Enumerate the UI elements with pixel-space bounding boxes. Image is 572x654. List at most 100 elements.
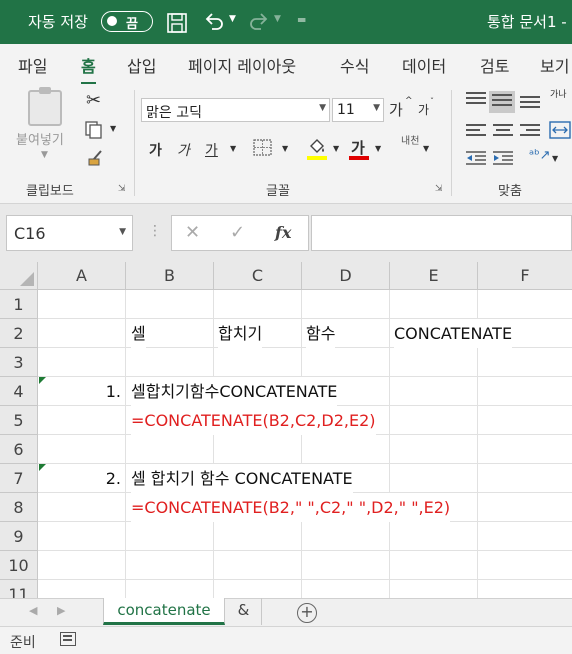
cell-a4[interactable]: 1.: [39, 377, 123, 406]
save-icon[interactable]: [166, 12, 188, 34]
column-header-c[interactable]: C: [214, 262, 302, 290]
grow-font-button[interactable]: 가: [389, 99, 403, 120]
chevron-down-icon[interactable]: ▼: [119, 227, 126, 237]
tab-review[interactable]: 검토: [480, 53, 509, 77]
paste-button-label[interactable]: 붙여넣기: [16, 129, 64, 148]
row-header-3[interactable]: 3: [0, 348, 38, 377]
ribbon-tabs: 파일 홈 삽입 페이지 레이아웃 수식 데이터 검토 보기: [0, 44, 572, 85]
fill-color-swatch: [307, 156, 327, 160]
tab-view[interactable]: 보기: [540, 53, 569, 77]
row-header-1[interactable]: 1: [0, 290, 38, 319]
customize-toolbar-icon[interactable]: ═: [298, 13, 305, 27]
splitter-handle-icon[interactable]: ⋮: [148, 223, 162, 239]
align-right-icon[interactable]: [520, 124, 540, 140]
paste-dropdown-icon[interactable]: ▼: [41, 150, 48, 160]
row-header-2[interactable]: 2: [0, 319, 38, 348]
column-header-b[interactable]: B: [126, 262, 214, 290]
tab-formulas[interactable]: 수식: [340, 53, 369, 77]
orientation-icon[interactable]: ᵃᵇ↗: [529, 148, 551, 163]
undo-icon[interactable]: [203, 11, 225, 33]
alignment-group-label: 맞춤: [498, 184, 522, 199]
italic-button[interactable]: 가: [177, 140, 190, 160]
font-color-button[interactable]: 가: [351, 137, 365, 158]
enter-icon[interactable]: ✓: [230, 222, 245, 243]
column-header-e[interactable]: E: [390, 262, 478, 290]
sheet-next-icon[interactable]: ▶: [57, 604, 65, 617]
sheet-tab-ampersand[interactable]: &: [226, 598, 262, 625]
orientation-dropdown-icon[interactable]: ▼: [552, 154, 558, 163]
cut-icon[interactable]: ✂: [86, 90, 101, 111]
gridline: [38, 550, 572, 551]
merge-center-icon[interactable]: [549, 120, 571, 140]
row-header-7[interactable]: 7: [0, 464, 38, 493]
cell-a7[interactable]: 2.: [39, 464, 123, 493]
tab-insert[interactable]: 삽입: [127, 53, 156, 77]
cell-c2[interactable]: 합치기: [218, 319, 263, 348]
align-bottom-icon[interactable]: [520, 96, 540, 112]
cell-b7[interactable]: 셀 합치기 함수 CONCATENATE: [131, 464, 353, 493]
paste-icon[interactable]: [28, 87, 62, 126]
cancel-icon[interactable]: ✕: [185, 222, 200, 243]
autosave-toggle[interactable]: 끔: [101, 11, 153, 32]
phonetic-dropdown-icon[interactable]: ▼: [423, 144, 429, 153]
row-header-10[interactable]: 10: [0, 551, 38, 580]
tab-data[interactable]: 데이터: [402, 53, 446, 77]
formula-buttons: ✕ ✓ fx: [171, 215, 309, 251]
shrink-font-caret-icon: ˇ: [430, 97, 434, 106]
macro-record-icon[interactable]: [60, 632, 76, 646]
border-dropdown-icon[interactable]: ▼: [282, 144, 288, 153]
align-center-icon[interactable]: [493, 124, 513, 140]
decrease-indent-icon[interactable]: [465, 150, 487, 166]
bold-button[interactable]: 가: [149, 140, 162, 160]
row-header-11[interactable]: 11: [0, 580, 38, 598]
cell-b2[interactable]: 셀: [131, 319, 146, 348]
cell-b5[interactable]: =CONCATENATE(B2,C2,D2,E2): [131, 406, 376, 435]
font-launcher-icon[interactable]: ⇲: [435, 184, 443, 194]
sheet-prev-icon[interactable]: ◀: [29, 604, 37, 617]
formula-input[interactable]: [311, 215, 572, 251]
name-box[interactable]: C16 ▼: [6, 215, 133, 251]
tab-home[interactable]: 홈: [81, 53, 96, 85]
font-color-dropdown-icon[interactable]: ▼: [375, 144, 381, 153]
row-header-4[interactable]: 4: [0, 377, 38, 406]
fill-color-icon[interactable]: [307, 136, 327, 156]
column-header-a[interactable]: A: [38, 262, 126, 290]
cell-b8[interactable]: =CONCATENATE(B2," ",C2," ",D2," ",E2): [131, 493, 451, 522]
border-icon[interactable]: [253, 139, 273, 157]
formula-bar: C16 ▼ ⋮ ✕ ✓ fx: [0, 204, 572, 262]
font-size-select[interactable]: 11 ▼: [332, 98, 384, 122]
underline-dropdown-icon[interactable]: ▼: [230, 144, 236, 153]
undo-dropdown-icon[interactable]: ▼: [229, 14, 236, 24]
tab-file[interactable]: 파일: [18, 53, 47, 77]
copy-icon[interactable]: [84, 120, 104, 140]
add-sheet-icon[interactable]: +: [297, 603, 317, 623]
align-left-icon[interactable]: [466, 124, 486, 140]
row-header-5[interactable]: 5: [0, 406, 38, 435]
copy-dropdown-icon[interactable]: ▼: [110, 124, 116, 133]
tab-page-layout[interactable]: 페이지 레이아웃: [188, 53, 296, 77]
cell-b4[interactable]: 셀합치기함수CONCATENATE: [131, 377, 338, 406]
phonetic-button[interactable]: 내천: [401, 136, 421, 147]
format-painter-icon[interactable]: [86, 148, 106, 168]
sheet-tab-concatenate[interactable]: concatenate: [103, 598, 225, 625]
align-top-icon[interactable]: [466, 92, 486, 108]
column-header-f[interactable]: F: [478, 262, 572, 290]
row-header-6[interactable]: 6: [0, 435, 38, 464]
align-middle-icon[interactable]: [489, 91, 515, 113]
redo-icon[interactable]: [248, 11, 270, 33]
font-name-select[interactable]: 맑은 고딕 ▼: [141, 98, 330, 122]
row-header-9[interactable]: 9: [0, 522, 38, 551]
insert-function-icon[interactable]: fx: [275, 223, 291, 242]
shrink-font-button[interactable]: 가: [418, 101, 429, 118]
fill-color-dropdown-icon[interactable]: ▼: [333, 144, 339, 153]
underline-button[interactable]: 가: [205, 140, 218, 160]
clipboard-launcher-icon[interactable]: ⇲: [118, 184, 126, 194]
wrap-text-button[interactable]: 가나: [550, 90, 568, 100]
row-header-8[interactable]: 8: [0, 493, 38, 522]
select-all-button[interactable]: [0, 262, 38, 290]
redo-dropdown-icon[interactable]: ▼: [274, 14, 281, 24]
increase-indent-icon[interactable]: [492, 150, 514, 166]
cell-e2[interactable]: CONCATENATE: [394, 319, 513, 348]
column-header-d[interactable]: D: [302, 262, 390, 290]
cell-d2[interactable]: 함수: [306, 319, 336, 348]
